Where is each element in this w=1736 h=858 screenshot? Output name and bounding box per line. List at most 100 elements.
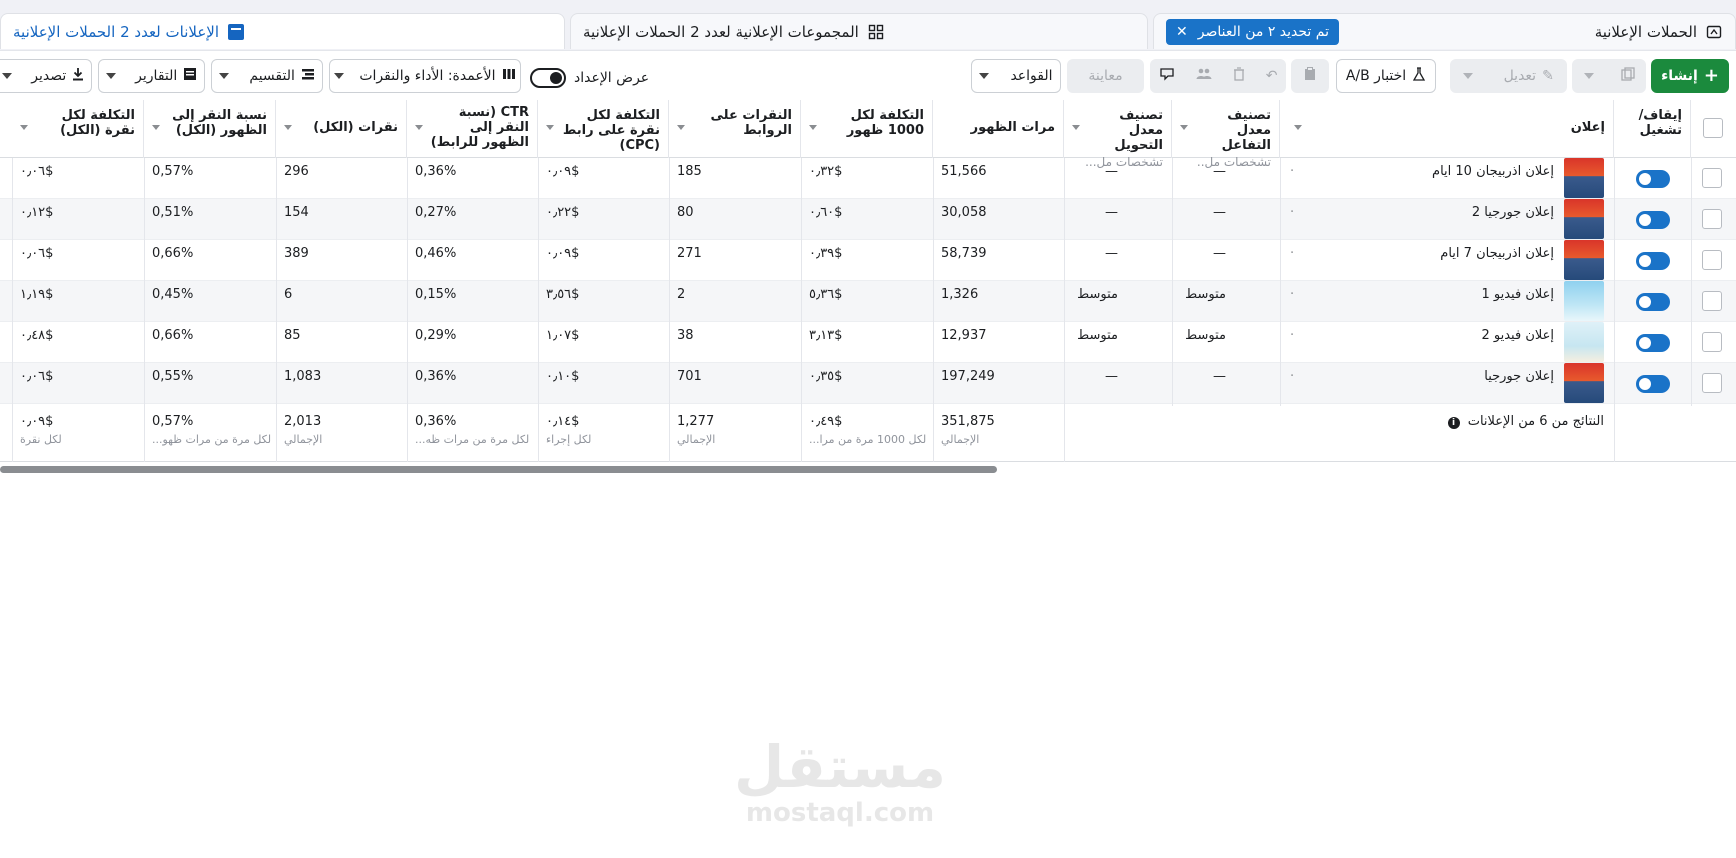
table-row[interactable]: إعلان جورجيا 2 · — — 30,058 ٠٫٦٠$ 80 ٠٫٢٢$ 0,27%… (0, 199, 1736, 240)
ad-name[interactable]: إعلان فيديو 2 (1300, 322, 1562, 363)
preview-button[interactable]: معاينة (1067, 59, 1144, 93)
ad-thumbnail[interactable] (1564, 199, 1604, 239)
row-checkbox[interactable] (1702, 291, 1722, 311)
select-all-checkbox[interactable] (1703, 118, 1723, 138)
row-toggle[interactable] (1636, 293, 1670, 311)
ctr-value: 0,36% (415, 164, 457, 179)
ab-test-button[interactable]: اختبار A/B (1336, 59, 1436, 93)
row-toggle[interactable] (1636, 170, 1670, 188)
header-cpm[interactable]: التكلفة لكل 1000 ظهور (801, 100, 933, 158)
table-row[interactable]: إعلان اذربيجان 7 ايام · — — 58,739 ٠٫٣٩$ 271 ٠٫… (0, 240, 1736, 281)
row-checkbox[interactable] (1702, 332, 1722, 352)
impressions-value: 12,937 (941, 328, 987, 343)
duplicate-button[interactable] (1572, 59, 1646, 93)
row-dot: · (1290, 328, 1295, 343)
row-dot: · (1290, 369, 1295, 384)
ad-name[interactable]: إعلان فيديو 1 (1300, 281, 1562, 322)
ad-thumbnail[interactable] (1564, 240, 1604, 280)
row-checkbox[interactable] (1702, 168, 1722, 188)
share-icon[interactable] (1159, 67, 1175, 85)
row-checkbox[interactable] (1702, 250, 1722, 270)
header-link-clicks-label: النقرات على الروابط (710, 108, 792, 138)
info-icon[interactable]: i (1447, 417, 1460, 429)
chevron-down-icon (284, 125, 292, 130)
ad-name[interactable]: إعلان اذربيجان 10 ايام (1300, 158, 1562, 199)
header-ctr-all[interactable]: نسبة النقر إلى الظهور (الكل) (144, 100, 276, 158)
header-link-clicks[interactable]: النقرات على الروابط (669, 100, 801, 158)
row-toggle[interactable] (1636, 375, 1670, 393)
tab-ads[interactable]: الإعلانات لعدد 2 الحملات الإعلانية (0, 13, 565, 49)
cpc-value: ٠٫٠٩$ (546, 246, 580, 261)
ad-thumbnail[interactable] (1564, 158, 1604, 198)
close-icon[interactable]: ✕ (1176, 24, 1188, 40)
ad-name[interactable]: إعلان جورجيا (1300, 363, 1562, 404)
row-checkbox[interactable] (1702, 373, 1722, 393)
header-cpc-all-label: التكلفة لكل نقرة (الكل) (60, 108, 135, 138)
totals-cpc-all: ٠٫٠٩$ لكل نقرة (12, 406, 144, 462)
link-clicks-value: 185 (677, 164, 702, 179)
column-divider (1614, 158, 1615, 462)
rules-button[interactable]: القواعد (971, 59, 1061, 93)
table-row[interactable]: إعلان اذربيجان 10 ايام · — — 51,566 ٠٫٣٢$ 185 ٠… (0, 158, 1736, 199)
link-clicks-value: 38 (677, 328, 694, 343)
reports-button[interactable]: التقارير (98, 59, 205, 93)
table-row[interactable]: إعلان جورجيا · — — 197,249 ٠٫٣٥$ 701 ٠٫١٠$ 0,36%… (0, 363, 1736, 404)
export-button[interactable]: تصدير (0, 59, 92, 93)
edit-button[interactable]: ✎ تعديل (1450, 59, 1567, 93)
header-engagement-label: تصنيف معدل التفاعل (1221, 108, 1271, 153)
create-button[interactable]: + إنشاء (1651, 59, 1729, 93)
breakdown-icon (301, 68, 315, 84)
people-icon[interactable] (1196, 68, 1212, 84)
ctr-value: 0,46% (415, 246, 457, 261)
breakdown-label: التقسيم (249, 68, 295, 84)
ad-thumbnail[interactable] (1564, 363, 1604, 403)
cpm-value: ٣٫١٣$ (809, 328, 843, 343)
header-cpc[interactable]: التكلفة لكل نقرة على رابط (CPC) (538, 100, 669, 158)
row-checkbox[interactable] (1702, 209, 1722, 229)
header-impressions[interactable]: مرات الظهور (933, 100, 1064, 158)
header-ad[interactable]: إعلان (1280, 100, 1614, 158)
impressions-value: 1,326 (941, 287, 979, 302)
totals-cpc: ٠٫١٤$ لكل إجراء (538, 406, 669, 462)
header-engagement-rank[interactable]: تصنيف معدل التفاعل تشخصات مل.. (1172, 100, 1280, 169)
ad-thumbnail[interactable] (1564, 322, 1604, 362)
header-ctr[interactable]: CTR (نسبة النقر إلى الظهور للرابط) (407, 100, 538, 158)
impressions-value: 197,249 (941, 369, 995, 384)
conversion-rank: — (1105, 246, 1118, 261)
tab-adsets-label: المجموعات الإعلانية لعدد 2 الحملات الإعل… (583, 22, 859, 41)
trash-icon[interactable] (1233, 67, 1245, 85)
ad-name[interactable]: إعلان اذربيجان 7 ايام (1300, 240, 1562, 281)
chevron-down-icon (1072, 125, 1080, 130)
link-clicks-value: 80 (677, 205, 694, 220)
table-row[interactable]: إعلان فيديو 2 · متوسط متوسط 12,937 ٣٫١٣$ 38 ١٫٠… (0, 322, 1736, 363)
setup-view-toggle[interactable]: عرض الإعداد (530, 68, 649, 88)
header-on-off[interactable]: إيقاف/ تشغيل (1614, 100, 1691, 158)
selection-chip[interactable]: تم تحديد ٢ من العناصر ✕ (1166, 18, 1339, 45)
column-divider (669, 158, 670, 462)
row-toggle[interactable] (1636, 252, 1670, 270)
conversion-rank: — (1105, 369, 1118, 384)
table-row[interactable]: إعلان فيديو 1 · متوسط متوسط 1,326 ٥٫٣٦$ 2 ٣٫٥٦$… (0, 281, 1736, 322)
header-clicks-all[interactable]: نقرات (الكل) (276, 100, 407, 158)
clipboard-button[interactable] (1291, 59, 1329, 93)
horizontal-scrollbar[interactable] (0, 466, 997, 473)
totals-ctr-all-sub: لكل مرة من مرات ظهو... (152, 433, 272, 446)
row-toggle[interactable] (1636, 334, 1670, 352)
totals-cpm-sub: لكل 1000 مرة من مرا... (809, 433, 927, 446)
conversion-rank: — (1105, 205, 1118, 220)
totals-clicks: 2,013 الإجمالي (276, 406, 407, 462)
tab-campaigns-label: الحملات الإعلانية (1594, 22, 1697, 41)
setup-view-switch[interactable] (530, 68, 566, 88)
tab-campaigns[interactable]: الحملات الإعلانية تم تحديد ٢ من العناصر … (1153, 13, 1736, 49)
row-dot: · (1290, 246, 1295, 261)
engagement-rank: متوسط (1185, 328, 1226, 343)
row-toggle[interactable] (1636, 211, 1670, 229)
header-cpc-all[interactable]: التكلفة لكل نقرة (الكل) (12, 100, 144, 158)
ad-name[interactable]: إعلان جورجيا 2 (1300, 199, 1562, 240)
breakdown-button[interactable]: التقسيم (211, 59, 323, 93)
ad-thumbnail[interactable] (1564, 281, 1604, 321)
undo-icon[interactable]: ↶ (1266, 68, 1278, 84)
tab-adsets[interactable]: المجموعات الإعلانية لعدد 2 الحملات الإعل… (570, 13, 1148, 49)
header-conversion-rank[interactable]: تصنيف معدل التحويل تشخصات مل... (1064, 100, 1172, 169)
columns-button[interactable]: الأعمدة: الأداء والنقرات (329, 59, 521, 93)
